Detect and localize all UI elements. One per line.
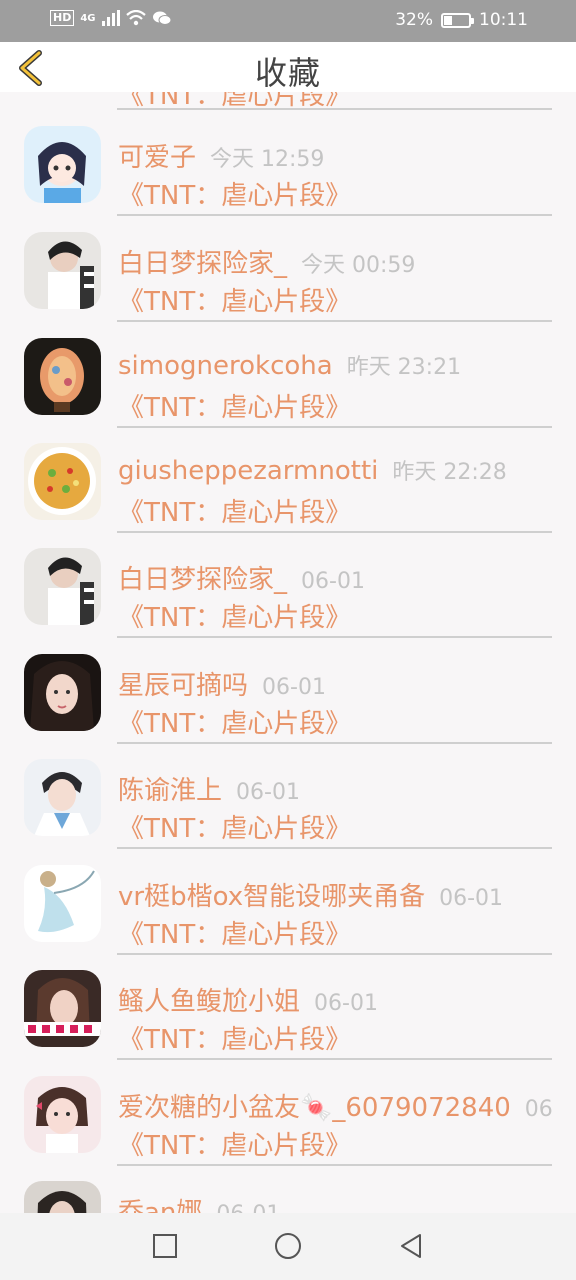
item-time: 06: [524, 1097, 553, 1122]
avatar: [24, 443, 101, 520]
divider: [117, 1058, 552, 1060]
item-subtitle: 《TNT：虐心片段》: [118, 1131, 352, 1161]
avatar: [24, 548, 101, 625]
item-name: 可爱子: [118, 143, 197, 173]
item-subtitle: 《TNT：虐心片段》: [118, 498, 352, 528]
divider: [117, 214, 552, 216]
divider: [117, 108, 552, 110]
item-name-row: 乔an娜 06-01: [118, 1192, 280, 1213]
header: 收藏: [0, 42, 576, 92]
avatar: [24, 865, 101, 942]
list-item[interactable]: 白日梦探险家_ 今天 00:59 《TNT：虐心片段》: [0, 231, 576, 336]
item-name-row: vr梃b楷ox智能设哪夹甬备 06-01: [118, 876, 503, 913]
item-name-row: 鳋人鱼鳆尬小姐 06-01: [118, 981, 378, 1018]
divider: [117, 320, 552, 322]
status-right: 32% 10:11: [395, 10, 528, 30]
list-item[interactable]: vr梃b楷ox智能设哪夹甬备 06-01 《TNT：虐心片段》: [0, 864, 576, 969]
hd-badge: HD: [50, 10, 75, 26]
system-nav-bar: [0, 1213, 576, 1280]
circle-icon: [275, 1233, 301, 1259]
list-item[interactable]: 乔an娜 06-01: [0, 1180, 576, 1213]
battery-fill: [444, 15, 453, 25]
divider: [117, 742, 552, 744]
avatar: [24, 759, 101, 836]
item-subtitle: 《TNT：虐心片段》: [118, 393, 352, 423]
network-type: 4G: [80, 12, 96, 24]
item-name: 白日梦探险家_: [118, 249, 288, 279]
list-item[interactable]: 星辰可摘吗 06-01 《TNT：虐心片段》: [0, 653, 576, 758]
home-button[interactable]: [273, 1231, 303, 1261]
favorites-list[interactable]: 《TNT：虐心片段》 可爱子 今天 12:59 《TNT：虐心片段》 白日梦探险家…: [0, 0, 576, 1213]
item-time: 06-01: [236, 780, 300, 805]
item-name: simognerokcoha: [118, 351, 333, 381]
list-item[interactable]: 陈谕淮上 06-01 《TNT：虐心片段》: [0, 758, 576, 863]
item-name-row: 爱次糖的小盆友🍬_6079072840 06: [118, 1087, 553, 1124]
item-subtitle: 《TNT：虐心片段》: [118, 1025, 352, 1055]
battery-percent: 32%: [395, 10, 433, 30]
item-subtitle: 《TNT：虐心片段》: [118, 920, 352, 950]
avatar: [24, 126, 101, 203]
divider: [117, 847, 552, 849]
divider: [117, 426, 552, 428]
item-time: 06-01: [301, 569, 365, 594]
list-item[interactable]: simognerokcoha 昨天 23:21 《TNT：虐心片段》: [0, 337, 576, 442]
item-name: 白日梦探险家_: [118, 565, 288, 595]
item-subtitle: 《TNT：虐心片段》: [118, 814, 352, 844]
list-item[interactable]: 白日梦探险家_ 06-01 《TNT：虐心片段》: [0, 547, 576, 652]
item-time: 今天 12:59: [210, 147, 325, 172]
status-left: HD 4G: [50, 10, 172, 26]
item-name-row: 星辰可摘吗 06-01: [118, 665, 326, 702]
item-time: 06-01: [439, 886, 504, 911]
list-item[interactable]: 爱次糖的小盆友🍬_6079072840 06 《TNT：虐心片段》: [0, 1075, 576, 1180]
avatar: [24, 1181, 101, 1213]
item-time: 昨天 23:21: [346, 355, 462, 380]
item-name: 爱次糖的小盆友🍬_6079072840: [118, 1093, 511, 1123]
divider: [117, 531, 552, 533]
recent-apps-button[interactable]: [150, 1231, 180, 1261]
item-name-row: 白日梦探险家_ 06-01: [118, 559, 365, 596]
item-subtitle: 《TNT：虐心片段》: [118, 287, 352, 317]
divider: [117, 636, 552, 638]
item-name: 鳋人鱼鳆尬小姐: [118, 987, 301, 1017]
item-name: giusheppezarmnotti: [118, 456, 379, 486]
item-name: 陈谕淮上: [118, 776, 223, 806]
item-time: 昨天 22:28: [392, 460, 507, 485]
divider: [117, 953, 552, 955]
item-subtitle: 《TNT：虐心片段》: [118, 603, 352, 633]
item-name-row: 可爱子 今天 12:59: [118, 137, 324, 174]
item-subtitle: 《TNT：虐心片段》: [118, 181, 352, 211]
wifi-icon: [125, 10, 146, 26]
wechat-icon: [152, 11, 172, 25]
item-time: 06-01: [262, 675, 326, 700]
page-title: 收藏: [254, 54, 321, 92]
item-time: 06-01: [216, 1202, 280, 1213]
divider: [117, 1164, 552, 1166]
item-name-row: giusheppezarmnotti 昨天 22:28: [118, 454, 507, 486]
triangle-back-icon: [401, 1234, 421, 1258]
system-back-button[interactable]: [396, 1231, 426, 1261]
battery-icon: [441, 12, 474, 28]
avatar: [24, 1076, 101, 1153]
avatar: [24, 338, 101, 415]
status-bar: HD 4G 32% 10:11: [0, 0, 576, 42]
item-time: 06-01: [314, 991, 378, 1016]
list-item[interactable]: giusheppezarmnotti 昨天 22:28 《TNT：虐心片段》: [0, 442, 576, 547]
item-name-row: 白日梦探险家_ 今天 00:59: [118, 243, 415, 280]
avatar: [24, 970, 101, 1047]
item-name: 星辰可摘吗: [118, 671, 249, 701]
item-name: vr梃b楷ox智能设哪夹甬备: [118, 882, 426, 912]
item-time: 今天 00:59: [301, 253, 416, 278]
item-subtitle: 《TNT：虐心片段》: [118, 709, 352, 739]
list-item[interactable]: 可爱子 今天 12:59 《TNT：虐心片段》: [0, 125, 576, 230]
clock: 10:11: [479, 10, 528, 30]
avatar: [24, 654, 101, 731]
item-name: 乔an娜: [118, 1198, 203, 1213]
item-name-row: simognerokcoha 昨天 23:21: [118, 349, 461, 381]
avatar: [24, 232, 101, 309]
signal-icon: [101, 10, 120, 26]
square-icon: [153, 1234, 177, 1258]
list-item[interactable]: 鳋人鱼鳆尬小姐 06-01 《TNT：虐心片段》: [0, 969, 576, 1074]
item-name-row: 陈谕淮上 06-01: [118, 770, 300, 807]
